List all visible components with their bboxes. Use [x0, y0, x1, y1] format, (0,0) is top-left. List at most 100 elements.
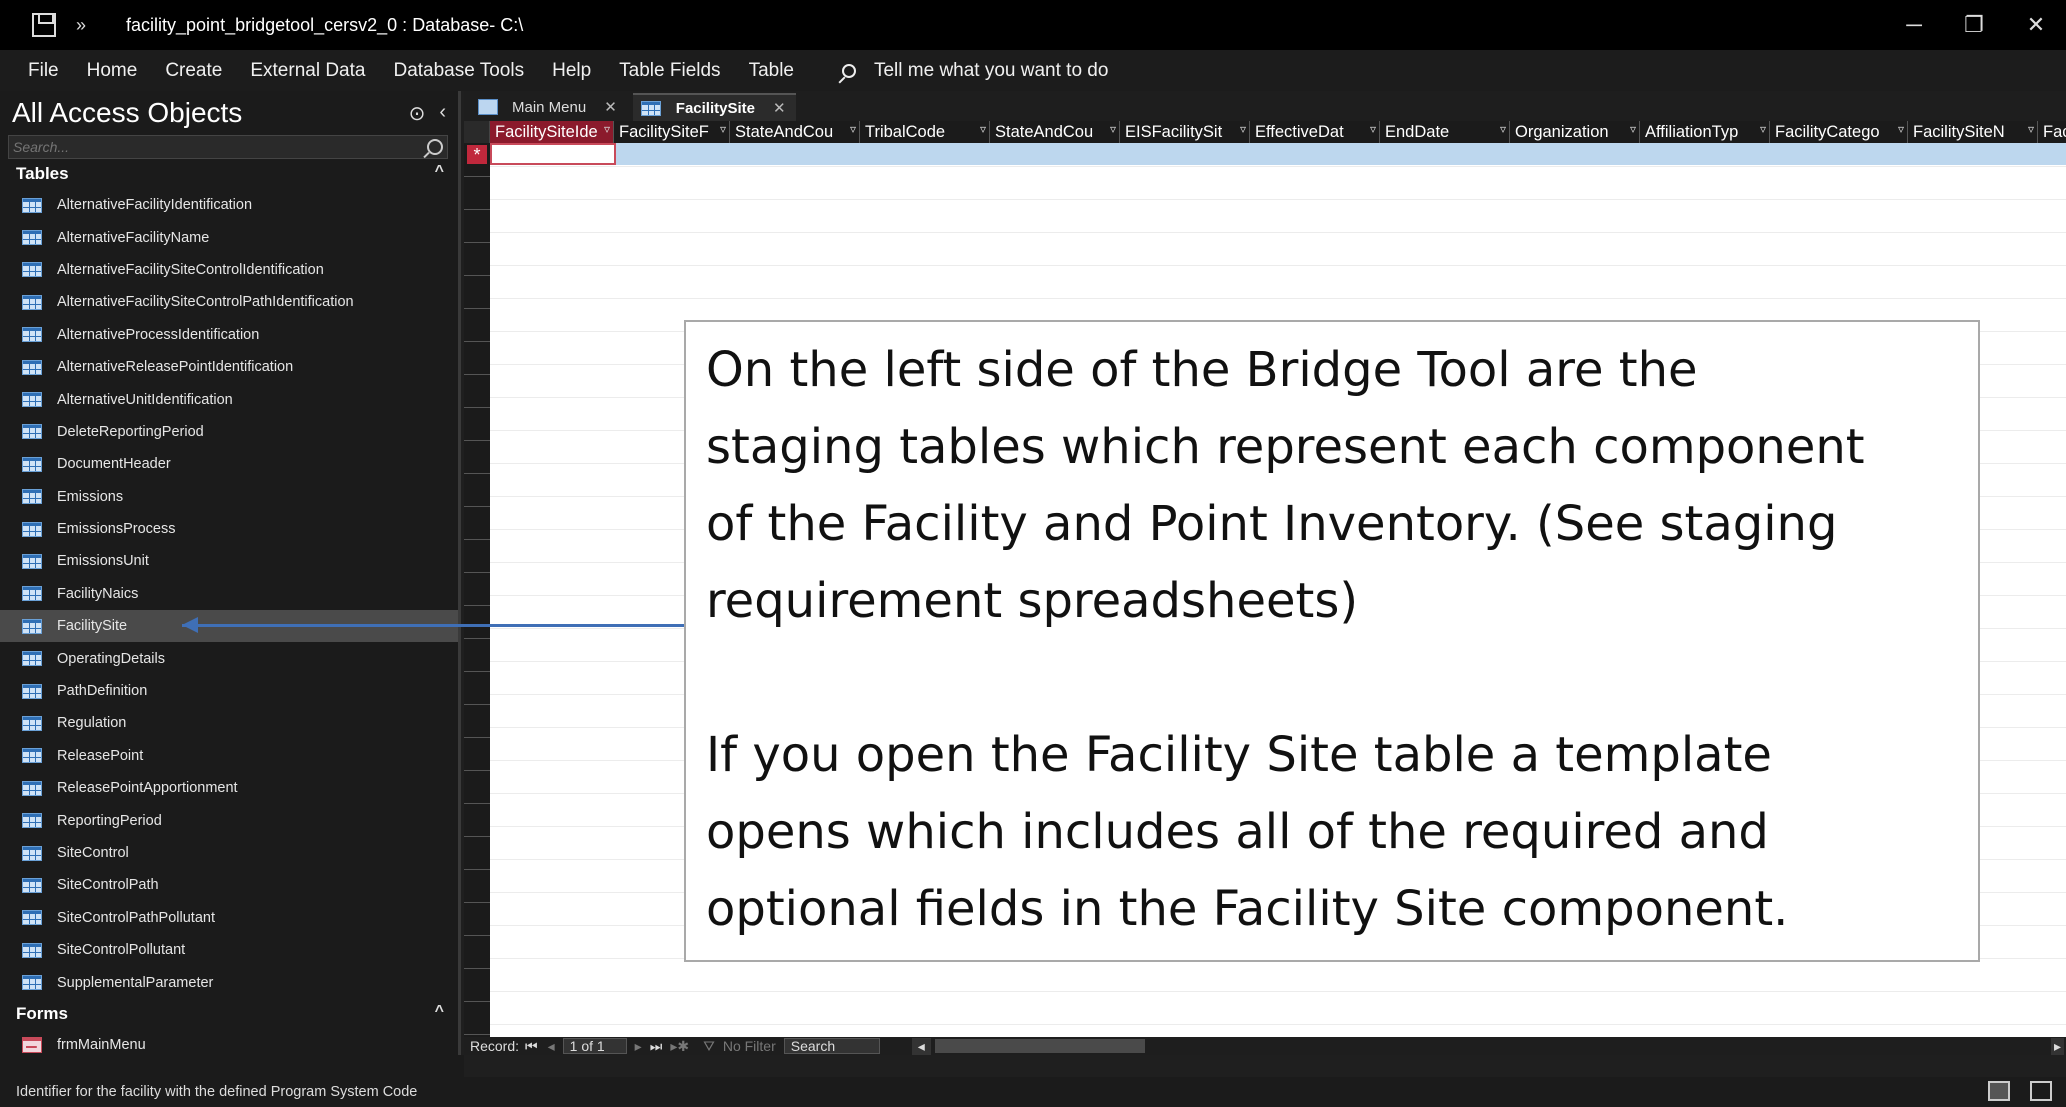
- scroll-left-icon[interactable]: ◂: [911, 1037, 931, 1055]
- menu-home[interactable]: Home: [73, 60, 152, 82]
- minimize-button[interactable]: ─: [1884, 0, 1944, 50]
- shutter-bar-close-icon[interactable]: ‹: [439, 101, 446, 126]
- column-filter-dropdown-icon[interactable]: ▿: [2028, 122, 2034, 136]
- nav-item-table[interactable]: PathDefinition: [0, 675, 458, 707]
- save-icon[interactable]: [32, 13, 56, 37]
- select-all-corner[interactable]: [464, 121, 490, 143]
- nav-item-table[interactable]: SiteControlPathPollutant: [0, 902, 458, 934]
- nav-search-box[interactable]: [8, 135, 448, 159]
- record-selector: [464, 341, 490, 342]
- quick-access-more-icon[interactable]: »: [76, 15, 86, 36]
- nav-item-table[interactable]: AlternativeFacilitySiteControlPathIdenti…: [0, 286, 458, 318]
- nav-item-table[interactable]: AlternativeProcessIdentification: [0, 319, 458, 351]
- new-record-row[interactable]: [490, 143, 2066, 165]
- nav-item-table[interactable]: FacilityNaics: [0, 578, 458, 610]
- column-filter-dropdown-icon[interactable]: ▿: [1370, 122, 1376, 136]
- nav-item-table[interactable]: AlternativeFacilitySiteControlIdentifica…: [0, 254, 458, 286]
- tell-me-box[interactable]: Tell me what you want to do: [841, 60, 1108, 82]
- datasheet-view-icon[interactable]: [1988, 1081, 2010, 1101]
- nav-item-table[interactable]: DeleteReportingPeriod: [0, 416, 458, 448]
- column-header[interactable]: FacilitySiteN ▿: [1908, 121, 2038, 143]
- column-header[interactable]: EndDate ▿: [1380, 121, 1510, 143]
- nav-item-table[interactable]: ReportingPeriod: [0, 804, 458, 836]
- restore-button[interactable]: ❐: [1944, 0, 2004, 50]
- close-icon[interactable]: ✕: [604, 98, 617, 116]
- column-header[interactable]: FacilityCatego ▿: [1770, 121, 1908, 143]
- search-icon[interactable]: [427, 139, 443, 155]
- column-filter-dropdown-icon[interactable]: ▿: [980, 122, 986, 136]
- column-header[interactable]: TribalCode ▿: [860, 121, 990, 143]
- menu-database-tools[interactable]: Database Tools: [379, 60, 538, 82]
- active-cell[interactable]: [490, 143, 616, 165]
- collapse-chevron-icon[interactable]: ^: [435, 1003, 444, 1021]
- column-filter-dropdown-icon[interactable]: ▿: [1500, 122, 1506, 136]
- nav-item-table[interactable]: OperatingDetails: [0, 642, 458, 674]
- filter-status[interactable]: No Filter: [723, 1038, 776, 1054]
- nav-item-table[interactable]: ReleasePoint: [0, 740, 458, 772]
- nav-pane-header[interactable]: All Access Objects ⊙ ‹: [0, 91, 458, 135]
- nav-menu-dropdown-icon[interactable]: ⊙: [409, 101, 426, 126]
- nav-search-input[interactable]: [9, 139, 427, 155]
- new-record-icon[interactable]: ▸✱: [670, 1038, 689, 1055]
- group-header-tables[interactable]: Tables ^: [0, 159, 458, 189]
- new-record-marker[interactable]: *: [467, 145, 487, 165]
- record-selector: [464, 539, 490, 540]
- previous-record-icon[interactable]: ◂: [548, 1038, 555, 1055]
- window-title: facility_point_bridgetool_cersv2_0 : Dat…: [126, 14, 524, 35]
- column-header[interactable]: StateAndCou ▿: [730, 121, 860, 143]
- column-header-label: EISFacilitySit: [1125, 122, 1223, 141]
- menu-table-fields[interactable]: Table Fields: [605, 60, 734, 82]
- column-filter-dropdown-icon[interactable]: ▿: [850, 122, 856, 136]
- nav-item-table[interactable]: AlternativeFacilityIdentification: [0, 189, 458, 221]
- column-header[interactable]: EISFacilitySit ▿: [1120, 121, 1250, 143]
- nav-item-table[interactable]: AlternativeUnitIdentification: [0, 383, 458, 415]
- column-filter-dropdown-icon[interactable]: ▿: [1630, 122, 1636, 136]
- nav-item-table[interactable]: Emissions: [0, 481, 458, 513]
- column-header[interactable]: Organization ▿: [1510, 121, 1640, 143]
- column-filter-dropdown-icon[interactable]: ▿: [1760, 122, 1766, 136]
- nav-item-table[interactable]: Regulation: [0, 707, 458, 739]
- design-view-icon[interactable]: [2030, 1081, 2052, 1101]
- next-record-icon[interactable]: ▸: [635, 1038, 642, 1055]
- column-header[interactable]: FacilitySiteIde ▿: [490, 121, 614, 143]
- current-record-field[interactable]: 1 of 1: [562, 1038, 627, 1054]
- nav-item-label: AlternativeProcessIdentification: [57, 326, 260, 343]
- menu-file[interactable]: File: [0, 60, 73, 82]
- nav-item-table[interactable]: EmissionsProcess: [0, 513, 458, 545]
- datasheet-search-input[interactable]: Search: [783, 1038, 880, 1054]
- column-header[interactable]: Fac: [2038, 121, 2066, 143]
- menu-help[interactable]: Help: [538, 60, 605, 82]
- column-header[interactable]: AffiliationTyp ▿: [1640, 121, 1770, 143]
- nav-item-table[interactable]: AlternativeReleasePointIdentification: [0, 351, 458, 383]
- nav-item-table[interactable]: DocumentHeader: [0, 448, 458, 480]
- scroll-right-icon[interactable]: ▸: [2050, 1037, 2064, 1055]
- column-filter-dropdown-icon[interactable]: ▿: [720, 122, 726, 136]
- close-button[interactable]: ✕: [2006, 0, 2066, 50]
- filter-icon[interactable]: ⛛: [703, 1038, 715, 1055]
- nav-item-table[interactable]: EmissionsUnit: [0, 545, 458, 577]
- last-record-icon[interactable]: ⏭: [650, 1038, 663, 1055]
- column-filter-dropdown-icon[interactable]: ▿: [604, 122, 610, 136]
- tab-main-menu[interactable]: Main Menu ✕: [470, 93, 627, 121]
- collapse-chevron-icon[interactable]: ^: [435, 163, 444, 181]
- nav-item-table[interactable]: ReleasePointApportionment: [0, 772, 458, 804]
- group-header-forms[interactable]: Forms ^: [0, 999, 458, 1029]
- column-filter-dropdown-icon[interactable]: ▿: [1898, 122, 1904, 136]
- column-filter-dropdown-icon[interactable]: ▿: [1240, 122, 1246, 136]
- column-filter-dropdown-icon[interactable]: ▿: [1110, 122, 1116, 136]
- column-header[interactable]: FacilitySiteF ▿: [614, 121, 730, 143]
- menu-external-data[interactable]: External Data: [236, 60, 379, 82]
- column-header[interactable]: EffectiveDat ▿: [1250, 121, 1380, 143]
- nav-item-table[interactable]: SupplementalParameter: [0, 966, 458, 998]
- column-header[interactable]: StateAndCou ▿: [990, 121, 1120, 143]
- nav-item-table[interactable]: SiteControlPath: [0, 869, 458, 901]
- menu-table[interactable]: Table: [735, 60, 808, 82]
- menu-create[interactable]: Create: [151, 60, 236, 82]
- tab-facility-site[interactable]: FacilitySite ✕: [632, 93, 796, 121]
- nav-item-table[interactable]: AlternativeFacilityName: [0, 221, 458, 253]
- first-record-icon[interactable]: ⏮: [525, 1038, 538, 1055]
- nav-item-table[interactable]: SiteControlPollutant: [0, 934, 458, 966]
- close-icon[interactable]: ✕: [773, 99, 786, 117]
- horizontal-scrollbar-thumb[interactable]: [934, 1039, 1145, 1053]
- nav-item-table[interactable]: SiteControl: [0, 837, 458, 869]
